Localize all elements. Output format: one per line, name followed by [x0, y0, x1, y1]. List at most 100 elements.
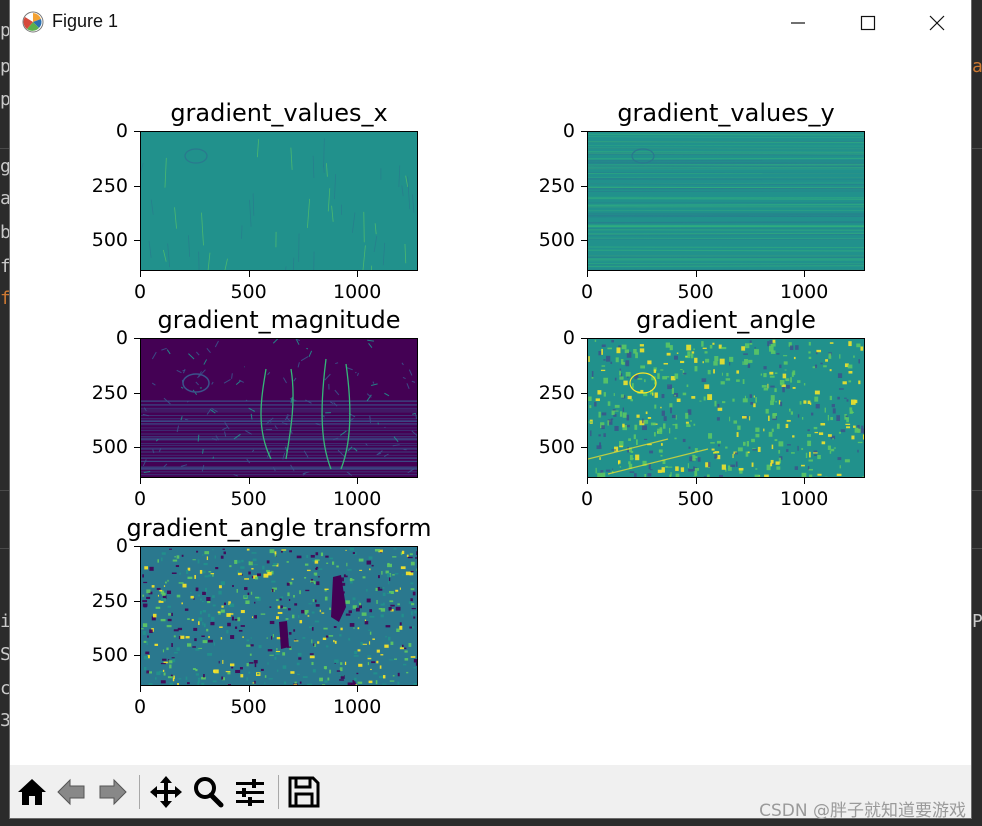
- x-tick-mark: [804, 271, 806, 277]
- editor-fragment: a: [972, 56, 982, 77]
- x-tick-label: 500: [230, 488, 267, 510]
- y-tick-mark: [134, 240, 140, 242]
- maximize-button[interactable]: [832, 0, 902, 44]
- image-plot: [141, 132, 417, 270]
- y-tick-label: 250: [538, 381, 575, 404]
- x-tick-label: 0: [133, 488, 147, 510]
- x-tick-mark: [804, 478, 806, 484]
- image-axes[interactable]: [140, 131, 418, 271]
- close-icon: [929, 15, 945, 31]
- y-tick-mark: [134, 546, 140, 547]
- x-tick-mark: [140, 686, 141, 692]
- figure-window: Figure 1 gradient_values_x 0 250 500 0 500 100…: [10, 0, 971, 818]
- back-icon: [57, 778, 85, 806]
- x-tick-mark: [248, 686, 250, 692]
- zoom-button[interactable]: [190, 774, 226, 810]
- y-tick-mark: [134, 338, 140, 339]
- y-tick-label: 250: [91, 174, 128, 197]
- save-button[interactable]: [286, 774, 322, 810]
- x-tick-label: 500: [677, 488, 714, 510]
- y-tick-mark: [134, 131, 140, 132]
- y-tick-label: 250: [91, 589, 128, 612]
- axes-title: gradient_values_x: [170, 99, 388, 127]
- minimize-button[interactable]: [762, 0, 832, 44]
- y-tick-label: 0: [115, 535, 128, 557]
- y-tick-mark: [581, 185, 587, 187]
- forward-button[interactable]: [94, 774, 130, 810]
- y-tick-label: 250: [538, 174, 575, 197]
- x-tick-mark: [695, 271, 697, 277]
- x-tick-label: 0: [580, 281, 594, 303]
- x-tick-label: 1000: [780, 281, 829, 303]
- x-tick-label: 500: [230, 696, 267, 718]
- y-tick-label: 0: [115, 327, 128, 349]
- x-tick-label: 500: [230, 281, 267, 303]
- x-tick-mark: [695, 478, 697, 484]
- pan-icon: [150, 776, 182, 808]
- x-tick-label: 0: [133, 696, 147, 718]
- y-tick-label: 0: [562, 120, 575, 142]
- toolbar-separator: [278, 775, 279, 809]
- y-tick-mark: [581, 131, 587, 132]
- home-icon: [18, 779, 46, 805]
- x-tick-mark: [248, 271, 250, 277]
- close-button[interactable]: [901, 0, 971, 44]
- title-bar: Figure 1: [10, 0, 971, 44]
- image-axes[interactable]: [587, 338, 865, 478]
- matplotlib-icon: [22, 11, 44, 33]
- y-tick-mark: [134, 447, 140, 449]
- y-tick-label: 500: [91, 644, 128, 667]
- image-plot: [588, 339, 864, 477]
- configure-subplots-button[interactable]: [232, 774, 268, 810]
- x-tick-mark: [357, 478, 359, 484]
- figure-canvas[interactable]: gradient_values_x 0 250 500 0 500 1000 gradient…: [10, 44, 971, 765]
- y-tick-mark: [134, 600, 140, 602]
- image-plot: [588, 132, 864, 270]
- y-tick-label: 0: [562, 327, 575, 349]
- x-tick-mark: [587, 478, 588, 484]
- image-plot: [141, 339, 417, 477]
- forward-icon: [99, 778, 127, 806]
- y-tick-mark: [134, 185, 140, 187]
- toolbar-separator: [139, 775, 140, 809]
- y-tick-mark: [581, 338, 587, 339]
- axes-title: gradient_angle: [636, 306, 816, 334]
- x-tick-label: 1000: [333, 696, 382, 718]
- x-tick-label: 1000: [780, 488, 829, 510]
- y-tick-label: 500: [538, 436, 575, 459]
- x-tick-mark: [357, 271, 359, 277]
- image-axes[interactable]: [140, 546, 418, 686]
- y-tick-mark: [581, 447, 587, 449]
- y-tick-label: 0: [115, 120, 128, 142]
- axes-title: gradient_magnitude: [157, 306, 401, 334]
- x-tick-label: 1000: [333, 488, 382, 510]
- minimize-icon: [791, 22, 805, 24]
- image-axes[interactable]: [140, 338, 418, 478]
- axes-title: gradient_values_y: [617, 99, 835, 127]
- image-axes[interactable]: [587, 131, 865, 271]
- y-tick-label: 250: [91, 381, 128, 404]
- home-button[interactable]: [14, 774, 50, 810]
- x-tick-mark: [587, 271, 588, 277]
- editor-fragment: Py: [972, 611, 982, 632]
- watermark: CSDN @胖子就知道要游戏: [759, 801, 966, 821]
- x-tick-mark: [140, 478, 141, 484]
- y-tick-mark: [134, 655, 140, 657]
- pan-button[interactable]: [148, 774, 184, 810]
- x-tick-mark: [140, 271, 141, 277]
- x-tick-mark: [248, 478, 250, 484]
- y-tick-label: 500: [538, 229, 575, 252]
- y-tick-mark: [581, 240, 587, 242]
- image-plot: [141, 547, 417, 685]
- x-tick-label: 1000: [333, 281, 382, 303]
- save-icon: [288, 776, 320, 808]
- maximize-icon: [860, 15, 876, 31]
- window-title: Figure 1: [52, 11, 119, 31]
- back-button[interactable]: [54, 774, 90, 810]
- y-tick-label: 500: [91, 229, 128, 252]
- x-tick-label: 0: [133, 281, 147, 303]
- zoom-icon: [194, 777, 224, 808]
- axes-title: gradient_angle transform: [126, 514, 432, 542]
- y-tick-label: 500: [91, 436, 128, 459]
- x-tick-mark: [357, 686, 359, 692]
